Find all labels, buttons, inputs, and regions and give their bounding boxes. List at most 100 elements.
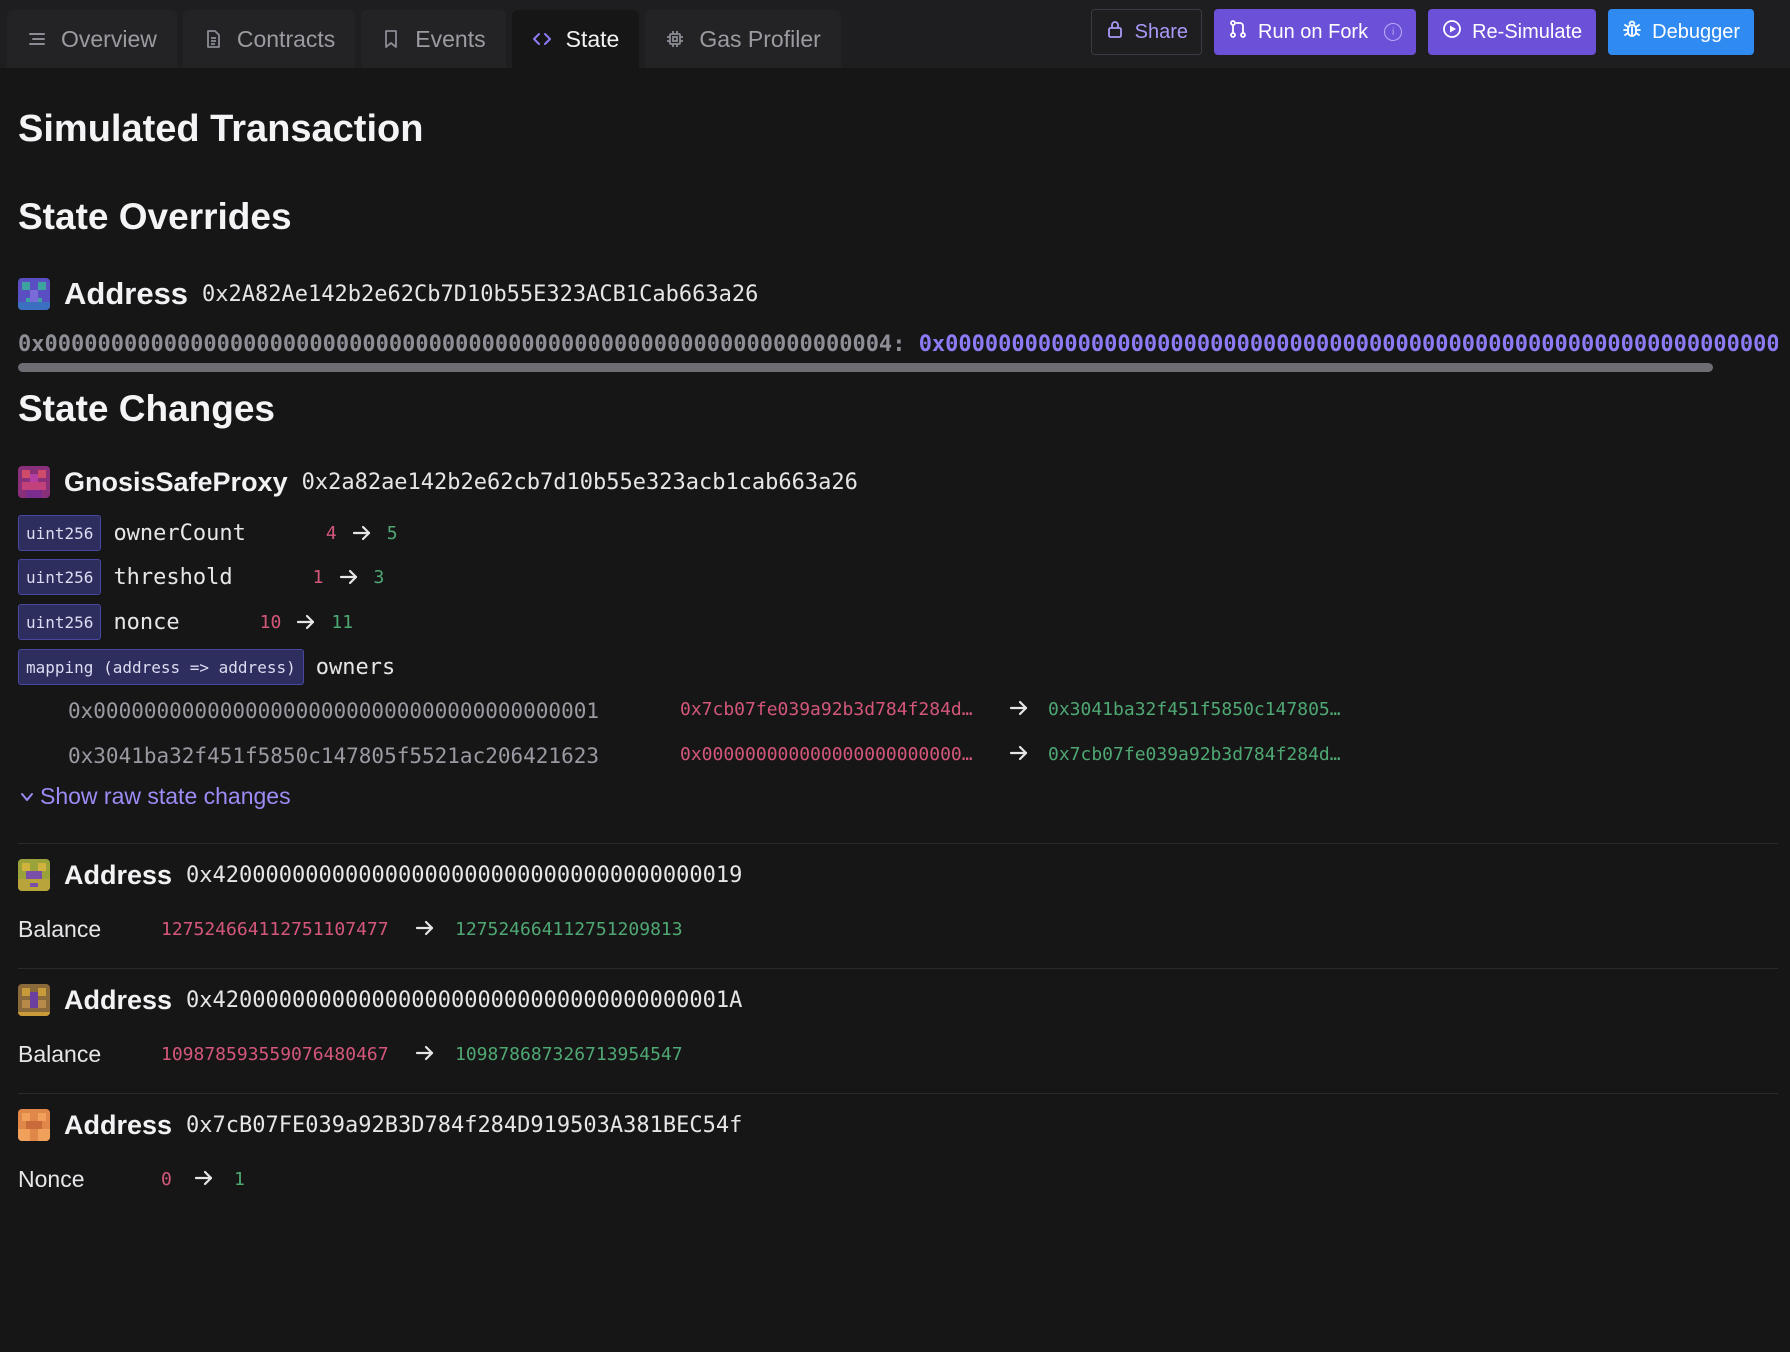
raw-toggle-label: Show raw state changes [40, 783, 291, 809]
type-badge: uint256 [18, 559, 102, 595]
arrow-right-icon [1008, 744, 1030, 762]
override-address-row: Address 0x2A82Ae142b2e62Cb7D10b55E323ACB… [18, 276, 758, 312]
address-label: Address [64, 1109, 173, 1140]
override-slot-value: 0x00000000000000000000000000000000000000… [918, 332, 1778, 357]
type-badge: mapping (address => address) [18, 649, 304, 685]
var-row: uint256 ownerCount 4 5 [18, 515, 398, 551]
divider [18, 1093, 1778, 1094]
var-row: uint256 nonce 10 11 [18, 604, 353, 640]
field-label: Balance [18, 1041, 102, 1067]
mapping-key: 0x00000000000000000000000000000000000000… [68, 699, 600, 723]
var-name: threshold [113, 564, 233, 590]
tab-label: Contracts [236, 25, 336, 52]
new-value: 0x7cb07fe039a92b3d784f284d… [1048, 744, 1341, 765]
arrow-right-icon [351, 524, 373, 542]
address-label: Address [64, 276, 189, 311]
new-value: 11 [331, 611, 354, 633]
debugger-label: Debugger [1652, 20, 1740, 43]
arrow-right-icon [193, 1169, 215, 1187]
old-value: 127524664112751107477 [161, 919, 389, 940]
bug-icon [1622, 19, 1642, 45]
old-value: 4 [325, 522, 337, 544]
debugger-button[interactable]: Debugger [1608, 9, 1754, 55]
play-circle-icon [1442, 19, 1462, 45]
run-on-fork-label: Run on Fork [1258, 20, 1369, 43]
old-value: 10 [259, 611, 282, 633]
arrow-right-icon [414, 919, 436, 937]
new-value: 3 [373, 566, 385, 588]
old-value: 0x7cb07fe039a92b3d784f284d… [680, 699, 973, 720]
mapping-row: mapping (address => address) owners [18, 649, 395, 685]
contract-address: 0x2a82ae142b2e62cb7d10b55e323acb1cab663a… [301, 469, 858, 495]
info-icon[interactable]: i [1384, 23, 1403, 41]
mapping-key: 0x3041ba32f451f5850c147805f5521ac2064216… [68, 744, 600, 768]
code-icon [532, 29, 552, 49]
field-label: Balance [18, 916, 102, 942]
var-row: uint256 threshold 1 3 [18, 559, 384, 595]
lock-icon [1105, 19, 1125, 45]
address-avatar [18, 1109, 50, 1141]
page-title: Simulated Transaction [18, 108, 424, 150]
address-avatar [18, 984, 50, 1016]
divider [18, 968, 1778, 969]
new-value: 127524664112751209813 [455, 919, 683, 940]
override-separator: : [892, 332, 919, 357]
contract-avatar [18, 466, 50, 498]
address-row: Address 0x7cB07FE039a92B3D784f284D919503… [18, 1109, 742, 1141]
new-value: 1 [234, 1169, 245, 1190]
state-overrides-heading: State Overrides [18, 196, 292, 237]
tab-contracts[interactable]: Contracts [182, 10, 356, 68]
address-value: 0x7cB07FE039a92B3D784f284D919503A381BEC5… [186, 1112, 743, 1138]
override-slot: 0x00000000000000000000000000000000000000… [18, 332, 1778, 357]
override-slot-key: 0x00000000000000000000000000000000000000… [18, 332, 893, 357]
mapping-entry: 0x3041ba32f451f5850c147805f5521ac2064216… [18, 744, 1778, 774]
type-badge: uint256 [18, 604, 102, 640]
field-label: Nonce [18, 1166, 85, 1192]
state-changes-heading: State Changes [18, 388, 276, 429]
old-value: 0x000000000000000000000000… [680, 744, 973, 765]
share-label: Share [1134, 20, 1189, 43]
new-value: 109878687326713954547 [455, 1044, 683, 1065]
run-on-fork-button[interactable]: Run on Fork i [1214, 9, 1417, 55]
resimulate-button[interactable]: Re-Simulate [1428, 9, 1597, 55]
resimulate-label: Re-Simulate [1472, 20, 1583, 43]
address-value: 0x42000000000000000000000000000000000000… [186, 862, 743, 888]
address-avatar [18, 859, 50, 891]
tab-label: Overview [61, 25, 157, 52]
arrow-right-icon [295, 613, 317, 631]
address-label: Address [64, 984, 173, 1015]
address-value: 0x42000000000000000000000000000000000000… [186, 987, 743, 1013]
bookmark-icon [381, 29, 401, 49]
tab-label: State [565, 25, 620, 52]
mapping-entry: 0x00000000000000000000000000000000000000… [18, 699, 1778, 729]
new-value: 5 [386, 522, 398, 544]
tab-bar: Overview Contracts Events State Gas Prof… [7, 10, 841, 68]
old-value: 1 [312, 566, 324, 588]
horizontal-scrollbar[interactable] [18, 363, 1713, 372]
list-icon [27, 29, 47, 49]
chevron-down-icon [20, 783, 34, 810]
var-name: owners [315, 654, 396, 680]
git-fork-icon [1228, 19, 1248, 45]
old-value: 0 [161, 1169, 172, 1190]
arrow-right-icon [1008, 699, 1030, 717]
arrow-right-icon [414, 1044, 436, 1062]
old-value: 109878593559076480467 [161, 1044, 389, 1065]
contract-row: GnosisSafeProxy 0x2a82ae142b2e62cb7d10b5… [18, 466, 858, 498]
tab-overview[interactable]: Overview [7, 10, 177, 68]
tab-gas-profiler[interactable]: Gas Profiler [645, 10, 841, 68]
tab-state[interactable]: State [511, 10, 640, 68]
file-icon [203, 29, 223, 49]
var-name: ownerCount [113, 520, 246, 546]
arrow-right-icon [338, 568, 360, 586]
tab-events[interactable]: Events [361, 10, 506, 68]
address-row: Address 0x420000000000000000000000000000… [18, 984, 742, 1016]
new-value: 0x3041ba32f451f5850c147805… [1048, 699, 1341, 720]
var-name: nonce [113, 609, 180, 635]
address-row: Address 0x420000000000000000000000000000… [18, 859, 742, 891]
share-button[interactable]: Share [1090, 9, 1203, 55]
type-badge: uint256 [18, 515, 102, 551]
action-buttons: Share Run on Fork i Re-Simulate Debugger [1090, 9, 1754, 55]
show-raw-state-changes-toggle[interactable]: Show raw state changes [20, 783, 291, 810]
address-value: 0x2A82Ae142b2e62Cb7D10b55E323ACB1Cab663a… [202, 281, 759, 307]
